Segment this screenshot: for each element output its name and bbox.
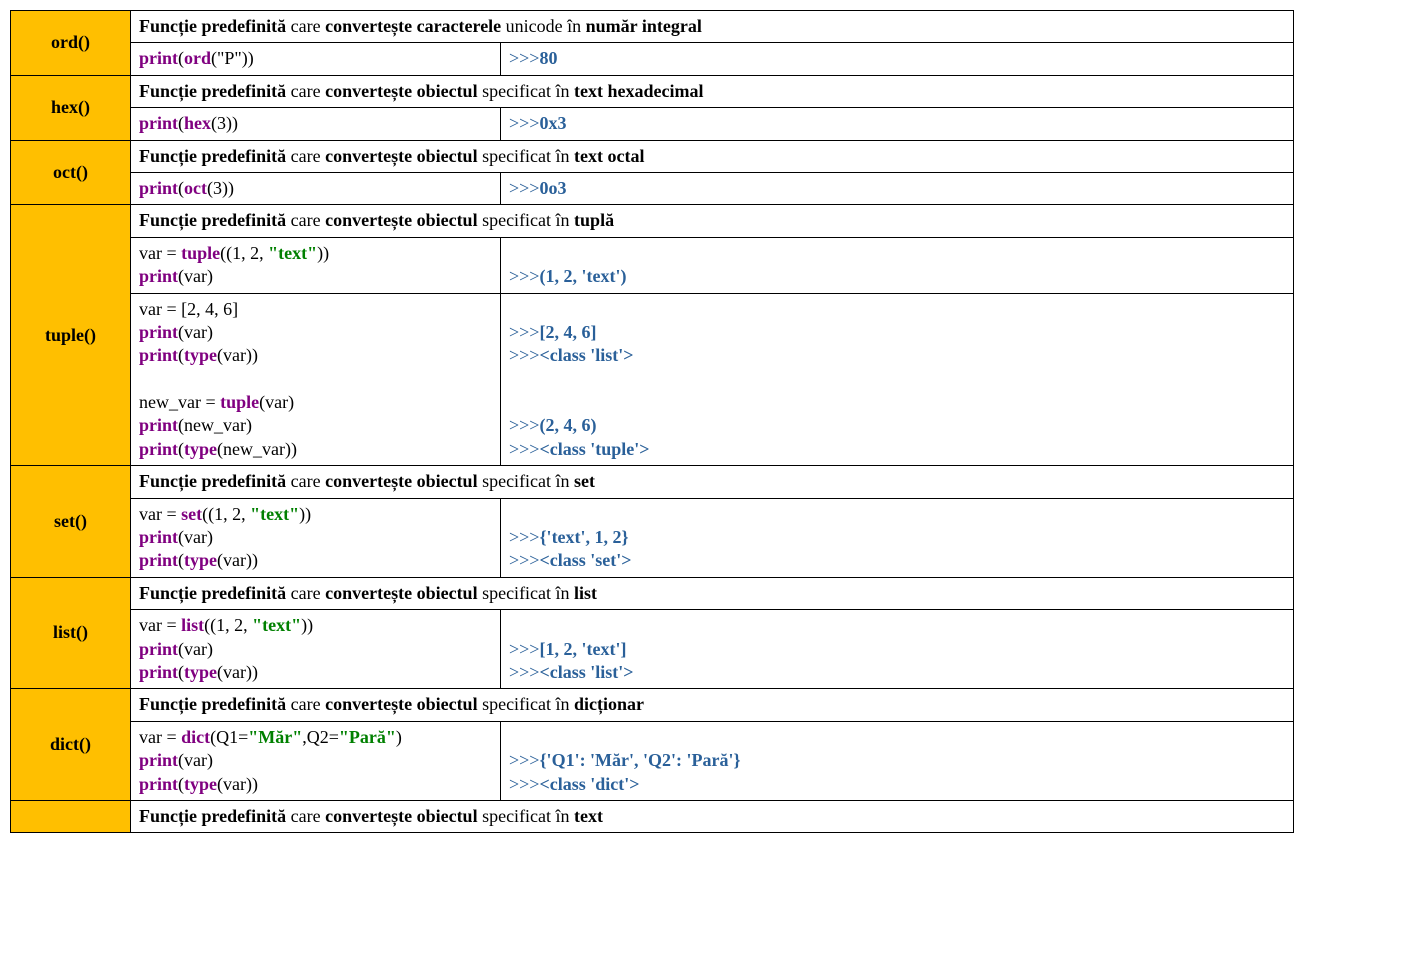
fn-name-list: list() [11,577,131,689]
code-tuple-2: var = [2, 4, 6]print(var)print(type(var)… [131,293,501,466]
row-oct: oct() Funcție predefinită care converteș… [11,140,1294,172]
code-dict: var = dict(Q1="Măr",Q2="Pară")print(var)… [131,721,501,800]
out-set: >>>{'text', 1, 2}>>><class 'set'> [501,498,1294,577]
fn-name-hex: hex() [11,75,131,140]
fn-name-dict: dict() [11,689,131,801]
code-oct: print(oct(3)) [131,172,501,204]
out-list: >>>[1, 2, 'text']>>><class 'list'> [501,610,1294,689]
row-dict: dict() Funcție predefinită care converte… [11,689,1294,721]
fn-name-set: set() [11,466,131,578]
row-tuple: tuple() Funcție predefinită care convert… [11,205,1294,237]
code-hex: print(hex(3)) [131,108,501,140]
row-ord: ord() Funcție predefinită care converteș… [11,11,1294,43]
out-hex: >>>0x3 [501,108,1294,140]
row-set: set() Funcție predefinită care converteș… [11,466,1294,498]
desc-list: Funcție predefinită care convertește obi… [131,577,1294,609]
out-tuple-1: >>>(1, 2, 'text') [501,237,1294,293]
row-list: list() Funcție predefinită care converte… [11,577,1294,609]
row-hex: hex() Funcție predefinită care converteș… [11,75,1294,107]
out-tuple-2: >>>[2, 4, 6]>>><class 'list'>>>>(2, 4, 6… [501,293,1294,466]
code-ord: print(ord("P")) [131,43,501,75]
desc-str: Funcție predefinită care convertește obi… [131,800,1294,832]
desc-tuple: Funcție predefinită care convertește obi… [131,205,1294,237]
fn-name-str [11,800,131,832]
fn-name-ord: ord() [11,11,131,76]
desc-oct: Funcție predefinită care convertește obi… [131,140,1294,172]
python-functions-table: ord() Funcție predefinită care converteș… [10,10,1294,833]
out-oct: >>>0o3 [501,172,1294,204]
code-set: var = set((1, 2, "text"))print(var)print… [131,498,501,577]
out-ord: >>>80 [501,43,1294,75]
desc-dict: Funcție predefinită care convertește obi… [131,689,1294,721]
desc-set: Funcție predefinită care convertește obi… [131,466,1294,498]
row-str: Funcție predefinită care convertește obi… [11,800,1294,832]
out-dict: >>>{'Q1': 'Măr', 'Q2': 'Pară'}>>><class … [501,721,1294,800]
desc-ord: Funcție predefinită care convertește car… [131,11,1294,43]
fn-name-oct: oct() [11,140,131,205]
code-tuple-1: var = tuple((1, 2, "text"))print(var) [131,237,501,293]
fn-name-tuple: tuple() [11,205,131,466]
code-list: var = list((1, 2, "text"))print(var)prin… [131,610,501,689]
desc-hex: Funcție predefinită care convertește obi… [131,75,1294,107]
